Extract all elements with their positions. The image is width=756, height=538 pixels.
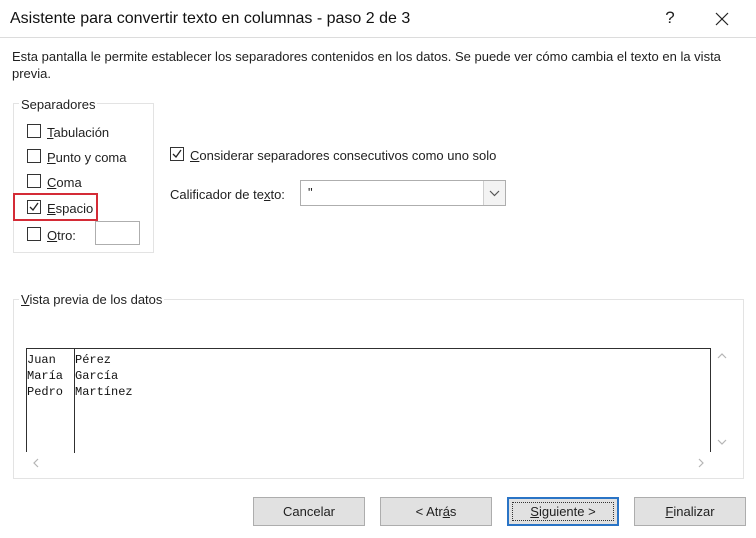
back-button[interactable]: < Atrás	[380, 497, 492, 526]
scroll-down-icon[interactable]	[716, 437, 728, 447]
title-divider	[0, 37, 756, 38]
tab-checkbox[interactable]	[27, 124, 41, 138]
semicolon-label[interactable]: Punto y coma	[47, 150, 127, 165]
preview-legend: Vista previa de los datos	[19, 292, 165, 307]
preview-cell: Juan	[27, 353, 56, 367]
chevron-down-icon	[489, 190, 500, 197]
finish-button[interactable]: Finalizar	[634, 497, 746, 526]
scroll-up-icon[interactable]	[716, 351, 728, 361]
comma-label[interactable]: Coma	[47, 175, 82, 190]
dropdown-button[interactable]	[483, 181, 505, 205]
scroll-right-icon[interactable]	[696, 457, 706, 469]
dialog-title: Asistente para convertir texto en column…	[10, 10, 411, 27]
tab-label[interactable]: Tabulación	[47, 125, 109, 140]
preview-cell: María	[27, 369, 64, 383]
cancel-button[interactable]: Cancelar	[253, 497, 365, 526]
consecutive-label[interactable]: Considerar separadores consecutivos como…	[190, 148, 496, 163]
help-button[interactable]: ?	[660, 8, 680, 28]
preview-cell: Martínez	[75, 385, 133, 399]
scroll-left-icon[interactable]	[31, 457, 41, 469]
separators-legend: Separadores	[19, 97, 98, 112]
space-checkbox[interactable]	[27, 200, 41, 214]
preview-cell: Pedro	[27, 385, 64, 399]
consecutive-checkbox[interactable]	[170, 147, 184, 161]
close-button[interactable]	[712, 9, 732, 29]
focus-rect	[512, 502, 614, 521]
other-checkbox[interactable]	[27, 227, 41, 241]
qualifier-select[interactable]: "	[300, 180, 506, 206]
preview-cell: García	[75, 369, 119, 383]
semicolon-checkbox[interactable]	[27, 149, 41, 163]
preview-cell: Pérez	[75, 353, 112, 367]
next-button[interactable]: Siguiente >	[507, 497, 619, 526]
other-label[interactable]: Otro:	[47, 228, 76, 243]
comma-checkbox[interactable]	[27, 174, 41, 188]
other-separator-input[interactable]	[95, 221, 140, 245]
title-bar: Asistente para convertir texto en column…	[0, 0, 756, 38]
step-description: Esta pantalla le permite establecer los …	[12, 49, 721, 81]
checkmark-icon	[172, 149, 182, 159]
space-label[interactable]: Espacio	[47, 201, 93, 216]
data-preview[interactable]: Juan Pérez María García Pedro Martínez	[26, 348, 711, 453]
qualifier-value: "	[308, 185, 313, 200]
close-icon	[715, 12, 729, 26]
qualifier-label: Calificador de texto:	[170, 187, 285, 202]
checkmark-icon	[29, 202, 39, 212]
